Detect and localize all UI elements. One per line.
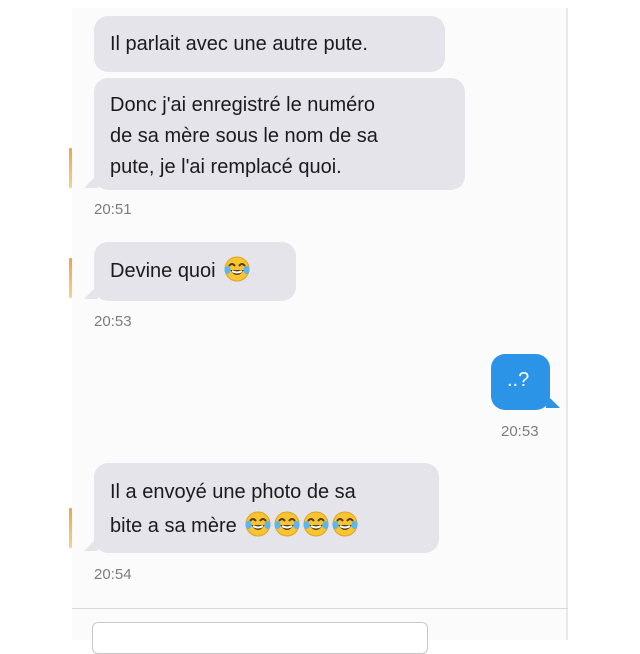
- message-text-line: de sa mère sous le nom de sa: [110, 125, 378, 147]
- composer-divider: [72, 608, 568, 609]
- message-text-line: pute, je l'ai remplacé quoi.: [110, 156, 342, 178]
- timestamp: 20:54: [94, 566, 132, 583]
- avatar-edge: [69, 148, 72, 188]
- message-bubble-incoming: Il parlait avec une autre pute.: [94, 16, 445, 72]
- avatar-edge: [69, 258, 72, 298]
- tears-of-joy-emoji: [332, 511, 358, 537]
- message-bubble-incoming: Il a envoyé une photo de sa bite a sa mè…: [94, 463, 439, 553]
- message-text-line: bite a sa mère: [110, 515, 237, 537]
- message-text-line: Donc j'ai enregistré le numéro: [110, 94, 376, 116]
- tears-of-joy-emoji: [245, 511, 271, 537]
- message-bubble-incoming: Donc j'ai enregistré le numéro de sa mèr…: [94, 78, 465, 190]
- tears-of-joy-emoji: [274, 511, 300, 537]
- message-text: ..?: [507, 369, 530, 391]
- message-text: Devine quoi: [110, 260, 216, 282]
- message-input[interactable]: [92, 622, 428, 654]
- timestamp: 20:51: [94, 201, 132, 218]
- timestamp: 20:53: [94, 313, 132, 330]
- screen-border: [566, 8, 568, 640]
- message-bubble-incoming: Devine quoi: [94, 242, 296, 301]
- tears-of-joy-emoji: [303, 511, 329, 537]
- avatar-edge: [69, 508, 72, 548]
- timestamp: 20:53: [501, 423, 539, 440]
- message-text: Il parlait avec une autre pute.: [110, 33, 368, 55]
- message-bubble-outgoing: ..?: [491, 354, 550, 410]
- tears-of-joy-emoji: [224, 256, 250, 282]
- message-text-line: Il a envoyé une photo de sa: [110, 481, 356, 503]
